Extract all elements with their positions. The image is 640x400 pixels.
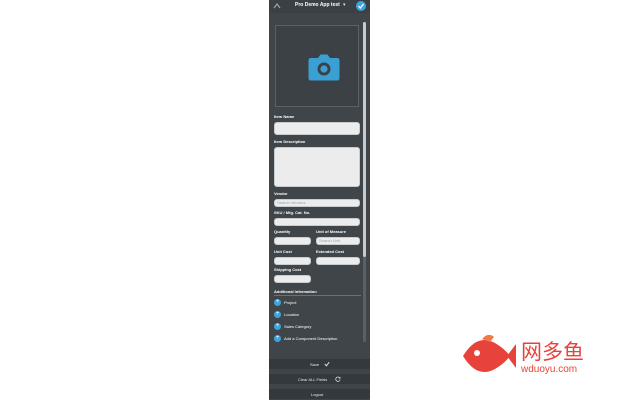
unit-of-measure-label: Unit of Measure <box>316 229 347 234</box>
unit-of-measure-placeholder: Search Unit <box>319 238 340 243</box>
chevron-up-icon[interactable] <box>272 1 282 11</box>
watermark-brand-url: wduoyu.com <box>521 364 578 375</box>
vendor-search-input[interactable]: Search Vendors <box>274 199 360 207</box>
extended-cost-label: Extended Cost <box>316 249 345 254</box>
quantity-field[interactable] <box>274 237 311 245</box>
logout-label: Logout <box>311 392 324 397</box>
shipping-cost-field[interactable] <box>274 275 311 283</box>
add-project-label: Project <box>284 300 297 305</box>
add-component-description-label: Add a Component Description <box>284 336 338 341</box>
scrollbar-thumb[interactable] <box>363 22 366 257</box>
unit-cost-label: Unit Cost <box>274 249 292 254</box>
chevron-down-icon[interactable]: ▾ <box>343 2 346 8</box>
plus-circle-icon: + <box>274 311 281 318</box>
quantity-label: Quantity <box>274 229 291 234</box>
item-description-label: Item Description <box>274 139 306 144</box>
watermark-fish-logo <box>461 331 516 381</box>
clear-all-fields-button[interactable]: Clear ALL Fields <box>269 374 370 384</box>
vendor-label: Vendor <box>274 191 288 196</box>
item-name-label: Item Name <box>274 114 295 119</box>
check-circle-icon[interactable] <box>356 1 366 11</box>
add-component-description-button[interactable]: + Add a Component Description <box>274 335 359 343</box>
add-project-button[interactable]: + Project <box>274 299 334 307</box>
sku-field[interactable] <box>274 218 360 226</box>
top-bar: Pro Demo App test ▾ <box>269 0 370 13</box>
sku-label: SKU / Mfg. Cat. No. <box>274 210 311 215</box>
item-description-field[interactable] <box>274 147 360 187</box>
additional-information-heading: Additional Information <box>274 289 317 294</box>
plus-circle-icon: + <box>274 323 281 330</box>
refresh-icon <box>335 376 341 382</box>
logout-button[interactable]: Logout <box>269 389 370 399</box>
camera-icon <box>308 54 340 81</box>
section-divider <box>274 295 361 296</box>
add-location-button[interactable]: + Location <box>274 311 334 319</box>
clear-all-fields-label: Clear ALL Fields <box>298 377 328 382</box>
app-title[interactable]: Pro Demo App test <box>295 2 340 8</box>
save-label: Save <box>310 362 320 367</box>
add-sales-category-label: Sales Category <box>284 324 312 329</box>
unit-cost-field[interactable] <box>274 257 311 265</box>
extended-cost-field[interactable] <box>316 257 360 265</box>
add-location-label: Location <box>284 312 300 317</box>
check-icon <box>324 361 330 367</box>
add-sales-category-button[interactable]: + Sales Category <box>274 323 334 331</box>
vendor-placeholder: Search Vendors <box>277 200 306 205</box>
plus-circle-icon: + <box>274 335 281 342</box>
unit-of-measure-search-input[interactable]: Search Unit <box>316 237 360 245</box>
save-button[interactable]: Save <box>269 359 370 369</box>
plus-circle-icon: + <box>274 299 281 306</box>
watermark-brand-cn: 网多鱼 <box>521 341 584 364</box>
shipping-cost-label: Shipping Cost <box>274 267 302 272</box>
app-panel: Pro Demo App test ▾ Item Name Item Descr… <box>269 0 370 400</box>
photo-upload-area[interactable] <box>275 25 359 107</box>
item-name-field[interactable] <box>274 122 360 135</box>
